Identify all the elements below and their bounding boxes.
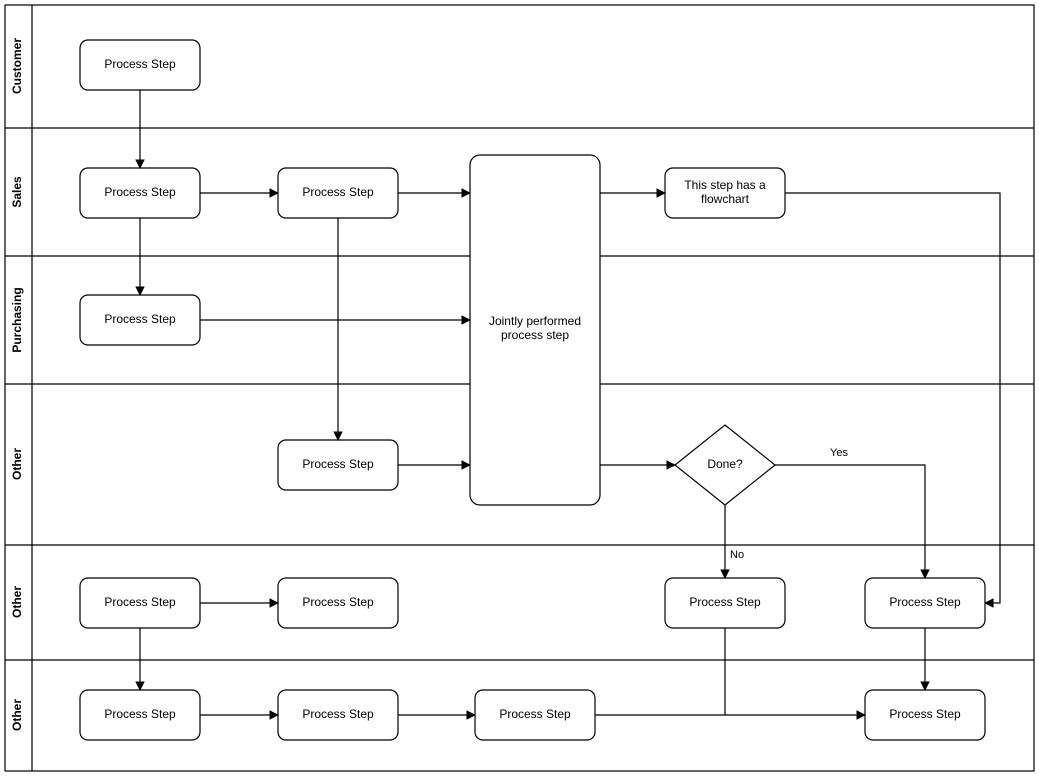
- node-n6-label-a: Jointly performed: [489, 314, 581, 328]
- node-n15-label: Process Step: [889, 707, 961, 721]
- node-n2-label: Process Step: [104, 185, 176, 199]
- lane-label-purchasing: Purchasing: [10, 287, 24, 352]
- node-n13-label: Process Step: [302, 707, 374, 721]
- swimlane-diagram: Customer Sales Purchasing Other Other Ot…: [0, 0, 1039, 776]
- node-d1-label: Done?: [707, 457, 743, 471]
- node-n4-label-b: flowchart: [701, 192, 750, 206]
- lane-label-other2: Other: [10, 586, 24, 618]
- lane-label-other1: Other: [10, 448, 24, 480]
- node-n8-label: Process Step: [104, 595, 176, 609]
- lane-label-sales: Sales: [10, 176, 24, 208]
- node-n5-label: Process Step: [104, 312, 176, 326]
- node-n1-label: Process Step: [104, 57, 176, 71]
- node-n3-label: Process Step: [302, 185, 374, 199]
- node-n7-label: Process Step: [302, 457, 374, 471]
- lane-label-customer: Customer: [10, 38, 24, 94]
- node-n14-label: Process Step: [499, 707, 571, 721]
- edge-label-no: No: [730, 549, 744, 561]
- node-n10-label: Process Step: [689, 595, 761, 609]
- node-n4-label-a: This step has a: [684, 178, 766, 192]
- node-n9-label: Process Step: [302, 595, 374, 609]
- node-n11-label: Process Step: [889, 595, 961, 609]
- node-n6-label-b: process step: [501, 328, 569, 342]
- node-n12-label: Process Step: [104, 707, 176, 721]
- edge-label-yes: Yes: [830, 447, 848, 459]
- lane-label-other3: Other: [10, 699, 24, 731]
